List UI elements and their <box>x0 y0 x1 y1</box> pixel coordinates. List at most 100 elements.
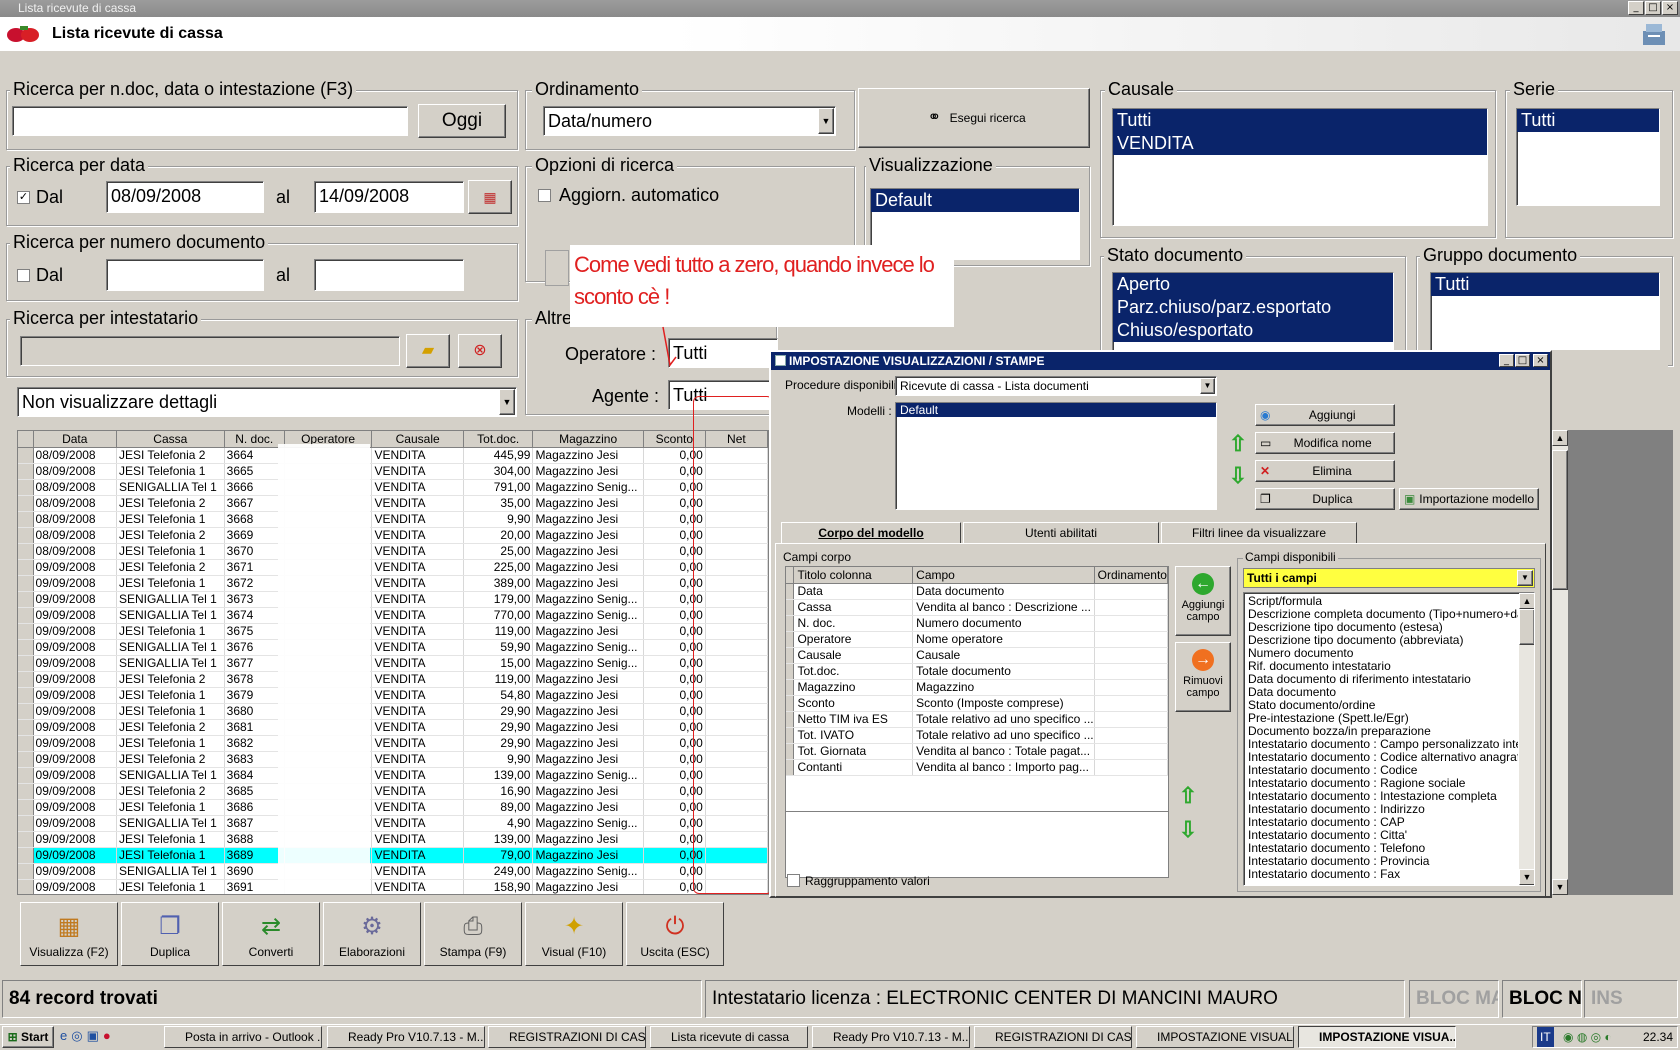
receipts-grid[interactable]: Data Cassa N. doc. Operatore Causale Tot.doc.… <box>17 430 769 895</box>
chevron-down-icon[interactable]: ▼ <box>1517 570 1533 586</box>
doc-group-list[interactable]: Tutti <box>1430 272 1660 358</box>
field-cell[interactable]: Magazzino <box>912 679 1095 696</box>
body-fields-grid[interactable]: Titolo colonna Campo Ordinamento Data Data … <box>785 566 1169 812</box>
ie-icon[interactable]: e <box>60 1028 71 1043</box>
field-cell[interactable] <box>1094 647 1168 664</box>
field-cell[interactable]: Tot. Giornata <box>793 743 914 760</box>
field-row[interactable]: Tot.doc. Totale documento <box>786 663 1168 680</box>
field-cell[interactable]: Vendita al banco : Descrizione ... <box>912 599 1095 616</box>
field-cell[interactable] <box>1094 727 1168 744</box>
table-row[interactable]: 09/09/2008 JESI Telefonia 1 3672 VENDITA 389… <box>18 575 768 592</box>
field-cell[interactable] <box>1094 743 1168 760</box>
field-cell[interactable]: Sconto <box>793 695 914 712</box>
field-row[interactable]: Magazzino Magazzino <box>786 679 1168 696</box>
field-cell[interactable]: Contanti <box>793 759 914 776</box>
row-indicator[interactable] <box>18 735 34 752</box>
row-indicator[interactable] <box>18 767 34 784</box>
row-indicator[interactable] <box>786 599 795 616</box>
table-row[interactable]: 08/09/2008 JESI Telefonia 2 3669 VENDITA 20,… <box>18 527 768 544</box>
field-cell[interactable]: Totale relativo ad uno specifico ... <box>912 727 1095 744</box>
stampa-f9-button[interactable]: ⎙ Stampa (F9) <box>424 902 522 966</box>
auto-update-checkbox[interactable] <box>538 189 551 202</box>
column-header[interactable]: Causale <box>371 431 464 448</box>
row-indicator[interactable] <box>18 879 34 894</box>
grid-scrollbar[interactable]: ▲ ▼ <box>1552 430 1568 895</box>
strawberry-icon[interactable]: ● <box>103 1028 115 1043</box>
table-row[interactable]: 08/09/2008 JESI Telefonia 2 3667 VENDITA 35,… <box>18 495 768 512</box>
field-down-arrow-icon[interactable]: ⇩ <box>1175 816 1201 842</box>
chevron-down-icon[interactable]: ▼ <box>818 108 834 134</box>
available-field-item[interactable]: Data documento di riferimento intestatar… <box>1244 673 1518 686</box>
available-field-item[interactable]: Rif. documento intestatario <box>1244 660 1518 673</box>
table-row[interactable]: 09/09/2008 JESI Telefonia 1 3689 VENDITA 79,… <box>18 847 768 864</box>
dialog-maximize-button[interactable]: □ <box>1515 354 1530 367</box>
start-button[interactable]: ⊞ Start <box>2 1026 54 1048</box>
available-field-item[interactable]: Intestatario documento : Codice <box>1244 764 1518 777</box>
field-cell[interactable]: Vendita al banco : Totale pagat... <box>912 743 1095 760</box>
available-field-item[interactable]: Intestatario documento : CAP <box>1244 816 1518 829</box>
dialog-minimize-button[interactable]: _ <box>1499 354 1514 367</box>
tray-icons[interactable]: ◉ ◍ ◎ ◐ <box>1563 1030 1612 1044</box>
table-row[interactable]: 09/09/2008 JESI Telefonia 1 3686 VENDITA 89,… <box>18 799 768 816</box>
table-row[interactable]: 09/09/2008 SENIGALLIA Tel 1 3684 VENDITA 139… <box>18 767 768 784</box>
row-indicator[interactable] <box>18 591 34 608</box>
field-cell[interactable]: Sconto (Imposte comprese) <box>912 695 1095 712</box>
field-cell[interactable] <box>1094 711 1168 728</box>
taskbar-item[interactable]: IMPOSTAZIONE VISUA... <box>1298 1026 1456 1048</box>
row-indicator[interactable] <box>18 751 34 768</box>
row-indicator[interactable] <box>18 479 34 496</box>
row-indicator[interactable] <box>18 447 34 464</box>
details-select[interactable]: Non visualizzare dettagli <box>17 387 517 417</box>
row-indicator[interactable] <box>18 495 34 512</box>
row-indicator[interactable] <box>18 671 34 688</box>
maximize-button[interactable]: □ <box>1645 1 1661 15</box>
causale-item[interactable]: VENDITA <box>1113 132 1487 155</box>
serie-list[interactable]: Tutti <box>1516 108 1660 206</box>
hidden-button[interactable] <box>545 250 569 286</box>
table-row[interactable]: 08/09/2008 JESI Telefonia 1 3668 VENDITA 9,9… <box>18 511 768 528</box>
row-indicator[interactable] <box>786 583 795 600</box>
available-field-item[interactable]: Intestatario documento : Citta' <box>1244 829 1518 842</box>
table-row[interactable]: 09/09/2008 JESI Telefonia 2 3683 VENDITA 9,9… <box>18 751 768 768</box>
available-field-item[interactable]: Intestatario documento : Campo personali… <box>1244 738 1518 751</box>
table-row[interactable]: 09/09/2008 JESI Telefonia 1 3688 VENDITA 139… <box>18 831 768 848</box>
table-row[interactable]: 08/09/2008 JESI Telefonia 2 3664 VENDITA 445… <box>18 447 768 464</box>
field-row[interactable]: Sconto Sconto (Imposte comprese) <box>786 695 1168 712</box>
tab-body[interactable]: Corpo del modello <box>781 522 961 544</box>
available-field-item[interactable]: Intestatario documento : Indirizzo <box>1244 803 1518 816</box>
available-field-item[interactable]: Descrizione tipo documento (estesa) <box>1244 621 1518 634</box>
field-cell[interactable]: Netto TIM iva ES <box>793 711 914 728</box>
doc-state-list[interactable]: Aperto Parz.chiuso/parz.esportato Chiuso… <box>1112 272 1394 358</box>
row-indicator[interactable] <box>18 687 34 704</box>
table-row[interactable]: 08/09/2008 JESI Telefonia 1 3665 VENDITA 304… <box>18 463 768 480</box>
field-cell[interactable]: Causale <box>912 647 1095 664</box>
field-cell[interactable] <box>1094 663 1168 680</box>
rename-model-button[interactable]: ▭ Modifica nome <box>1255 432 1395 454</box>
row-indicator[interactable] <box>786 695 795 712</box>
doc-number-to-input[interactable] <box>314 259 464 291</box>
clear-icon[interactable]: ⊗ <box>458 334 502 368</box>
available-field-item[interactable]: Pre-intestazione (Spett.le/Egr) <box>1244 712 1518 725</box>
field-cell[interactable] <box>1094 759 1168 776</box>
row-indicator[interactable] <box>786 615 795 632</box>
visual-f10-button[interactable]: ✦ Visual (F10) <box>525 902 623 966</box>
field-cell[interactable] <box>1094 679 1168 696</box>
group-values-checkbox[interactable] <box>787 874 800 887</box>
duplica-button[interactable]: ❐ Duplica <box>121 902 219 966</box>
available-field-item[interactable]: Data documento <box>1244 686 1518 699</box>
available-field-item[interactable]: Intestatario documento : Telefono <box>1244 842 1518 855</box>
row-indicator[interactable] <box>18 511 34 528</box>
available-field-item[interactable]: Script/formula <box>1244 595 1518 608</box>
execute-search-button[interactable]: ⚭ Esegui ricerca <box>858 88 1090 148</box>
holder-input[interactable] <box>20 336 400 366</box>
available-field-item[interactable]: Intestatario documento : Fax <box>1244 868 1518 881</box>
field-up-arrow-icon[interactable]: ⇧ <box>1175 782 1201 808</box>
table-row[interactable]: 09/09/2008 SENIGALLIA Tel 1 3690 VENDITA 249… <box>18 863 768 880</box>
row-indicator[interactable] <box>786 679 795 696</box>
available-field-item[interactable]: Documento bozza/in preparazione <box>1244 725 1518 738</box>
field-row[interactable]: Tot. Giornata Vendita al banco : Totale p… <box>786 743 1168 760</box>
date-from-input[interactable]: 08/09/2008 <box>106 181 264 213</box>
chevron-down-icon[interactable]: ▼ <box>1200 378 1215 394</box>
doc-state-item[interactable]: Parz.chiuso/parz.esportato <box>1113 296 1393 319</box>
row-indicator[interactable] <box>18 863 34 880</box>
